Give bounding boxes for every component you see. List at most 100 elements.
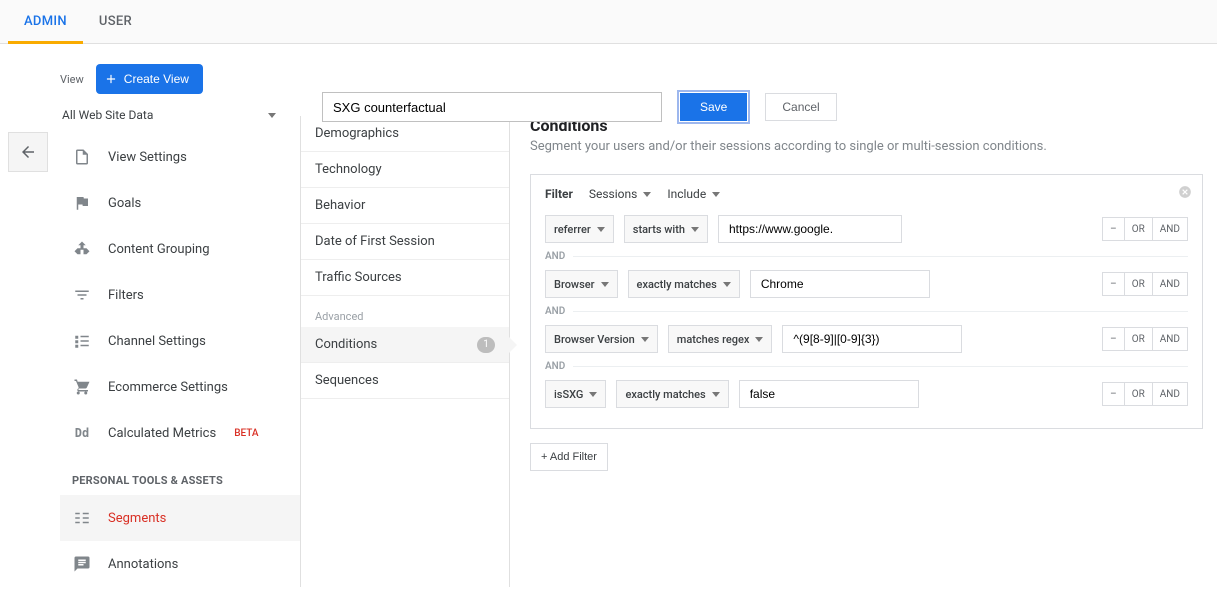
dimension-label: referrer <box>554 223 591 236</box>
filter-label: Filter <box>545 187 573 201</box>
dimension-dropdown[interactable]: isSXG <box>545 380 606 408</box>
plus-icon <box>104 72 118 86</box>
remove-filter-icon[interactable] <box>1178 185 1192 199</box>
operator-label: starts with <box>633 223 685 236</box>
condition-row: Browser Version matches regex – OR AND <box>545 325 1188 353</box>
and-label: AND <box>545 251 573 262</box>
view-label: View <box>60 73 84 86</box>
sidebar-item-channel-settings[interactable]: Channel Settings <box>60 318 300 364</box>
and-separator: AND <box>545 361 1188 372</box>
or-button[interactable]: OR <box>1125 327 1153 351</box>
back-button[interactable] <box>8 132 48 172</box>
and-button[interactable]: AND <box>1153 382 1188 406</box>
caret-down-icon <box>597 227 605 232</box>
segment-cat-label: Date of First Session <box>315 224 435 260</box>
and-button[interactable]: AND <box>1153 327 1188 351</box>
sidebar-item-label: View Settings <box>108 150 187 165</box>
arrow-left-icon <box>19 143 37 161</box>
create-view-label: Create View <box>124 72 189 86</box>
segment-cat-technology[interactable]: Technology <box>301 152 509 188</box>
cart-icon <box>72 377 92 397</box>
sidebar-section-title: PERSONAL TOOLS & ASSETS <box>60 456 300 495</box>
dimension-dropdown[interactable]: Browser Version <box>545 325 658 353</box>
sidebar-item-view-settings[interactable]: View Settings <box>60 134 300 180</box>
segment-name-input[interactable] <box>322 92 662 122</box>
sidebar-item-annotations[interactable]: Annotations <box>60 541 300 587</box>
add-filter-button[interactable]: + Add Filter <box>530 443 608 471</box>
segment-cat-label: Sequences <box>315 363 379 399</box>
condition-value-input[interactable] <box>750 270 930 298</box>
dimension-label: Browser <box>554 278 595 291</box>
caret-down-icon <box>691 227 699 232</box>
filter-scope-label: Sessions <box>589 187 637 201</box>
condition-value-input[interactable] <box>739 380 919 408</box>
and-button[interactable]: AND <box>1153 272 1188 296</box>
or-button[interactable]: OR <box>1125 217 1153 241</box>
operator-dropdown[interactable]: matches regex <box>668 325 773 353</box>
or-button[interactable]: OR <box>1125 272 1153 296</box>
condition-value-input[interactable] <box>718 215 902 243</box>
funnel-icon <box>72 285 92 305</box>
sidebar-item-filters[interactable]: Filters <box>60 272 300 318</box>
segment-cat-traffic-sources[interactable]: Traffic Sources <box>301 260 509 296</box>
segment-cat-label: Traffic Sources <box>315 260 402 296</box>
remove-condition-button[interactable]: – <box>1102 382 1125 406</box>
remove-condition-button[interactable]: – <box>1102 217 1125 241</box>
filter-mode-dropdown[interactable]: Include <box>667 187 720 201</box>
sidebar-item-label: Segments <box>108 511 166 526</box>
caret-down-icon <box>641 337 649 342</box>
segment-cat-behavior[interactable]: Behavior <box>301 188 509 224</box>
and-button[interactable]: AND <box>1153 217 1188 241</box>
dimension-label: Browser Version <box>554 333 635 346</box>
sidebar-item-label: Annotations <box>108 557 178 572</box>
channel-icon <box>72 331 92 351</box>
segment-cat-first-session[interactable]: Date of First Session <box>301 224 509 260</box>
sidebar-item-label: Filters <box>108 288 144 303</box>
operator-label: matches regex <box>677 333 750 346</box>
and-label: AND <box>545 306 573 317</box>
sidebar-item-label: Goals <box>108 196 141 211</box>
condition-row: Browser exactly matches – OR AND <box>545 270 1188 298</box>
dimension-dropdown[interactable]: referrer <box>545 215 614 243</box>
sidebar-item-label: Channel Settings <box>108 334 206 349</box>
sidebar-item-goals[interactable]: Goals <box>60 180 300 226</box>
flag-icon <box>72 193 92 213</box>
or-button[interactable]: OR <box>1125 382 1153 406</box>
remove-condition-button[interactable]: – <box>1102 272 1125 296</box>
remove-condition-button[interactable]: – <box>1102 327 1125 351</box>
calc-icon: Dd <box>72 423 92 443</box>
tab-admin[interactable]: ADMIN <box>8 0 83 44</box>
sidebar-item-segments[interactable]: Segments <box>60 495 300 541</box>
segment-cat-label: Technology <box>315 152 382 188</box>
sidebar-item-ecommerce-settings[interactable]: Ecommerce Settings <box>60 364 300 410</box>
condition-row: referrer starts with – OR AND <box>545 215 1188 243</box>
segment-cat-conditions[interactable]: Conditions 1 <box>301 327 509 363</box>
save-button[interactable]: Save <box>680 93 747 121</box>
operator-dropdown[interactable]: exactly matches <box>616 380 728 408</box>
dimension-dropdown[interactable]: Browser <box>545 270 618 298</box>
operator-dropdown[interactable]: starts with <box>624 215 708 243</box>
chat-icon <box>72 554 92 574</box>
condition-row: isSXG exactly matches – OR AND <box>545 380 1188 408</box>
sidebar-item-content-grouping[interactable]: Content Grouping <box>60 226 300 272</box>
caret-down-icon <box>601 282 609 287</box>
filter-scope-dropdown[interactable]: Sessions <box>589 187 651 201</box>
sidebar-item-label: Content Grouping <box>108 242 210 257</box>
segment-cat-sequences[interactable]: Sequences <box>301 363 509 399</box>
view-selector[interactable]: All Web Site Data <box>60 102 280 134</box>
cancel-button[interactable]: Cancel <box>765 93 836 121</box>
create-view-button[interactable]: Create View <box>96 64 203 94</box>
operator-label: exactly matches <box>637 278 717 291</box>
segments-icon <box>72 508 92 528</box>
condition-value-input[interactable] <box>782 325 962 353</box>
conditions-count-badge: 1 <box>477 337 495 353</box>
sidebar-item-label: Ecommerce Settings <box>108 380 228 395</box>
tab-user[interactable]: USER <box>83 0 148 44</box>
segment-cat-label: Conditions <box>315 327 377 363</box>
and-separator: AND <box>545 306 1188 317</box>
branch-icon <box>72 239 92 259</box>
caret-down-icon <box>755 337 763 342</box>
dimension-label: isSXG <box>554 388 583 401</box>
operator-dropdown[interactable]: exactly matches <box>628 270 740 298</box>
sidebar-item-calculated-metrics[interactable]: Dd Calculated Metrics BETA <box>60 410 300 456</box>
